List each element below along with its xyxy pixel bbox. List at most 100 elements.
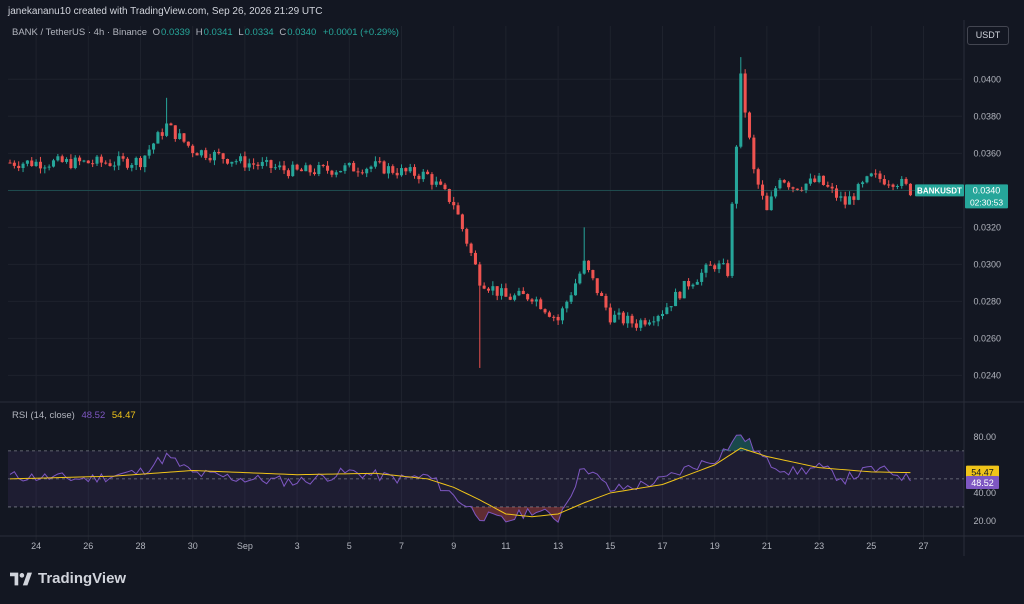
candle-body: [191, 145, 195, 154]
candle-body: [382, 161, 386, 174]
candle-body: [869, 173, 873, 177]
candle-body: [717, 263, 721, 270]
candle-body: [469, 243, 473, 253]
price-tick-label: 0.0380: [973, 111, 1001, 121]
low-label: L: [238, 27, 244, 38]
tradingview-logo[interactable]: TradingView: [10, 570, 126, 587]
candle-body: [647, 322, 651, 325]
candle-body: [160, 132, 164, 136]
candle-body: [778, 180, 782, 189]
candle-body: [352, 162, 356, 172]
candle-body: [460, 214, 464, 230]
candle-body: [756, 169, 760, 185]
candle-body: [73, 157, 77, 169]
candle-body: [408, 167, 412, 172]
candle-body: [665, 307, 669, 314]
candle-body: [243, 156, 247, 168]
rsi-title[interactable]: RSI (14, close): [12, 410, 75, 421]
candle-body: [587, 260, 591, 271]
candle-body: [8, 162, 12, 164]
time-tick-label: 11: [501, 541, 510, 551]
candle-body: [791, 187, 795, 189]
candle-body: [386, 166, 390, 174]
candle-body: [138, 157, 143, 168]
candle-body: [147, 149, 151, 156]
candle-body: [882, 178, 886, 185]
candle-body: [452, 201, 456, 206]
time-tick-label: 28: [135, 541, 145, 551]
price-tick-label: 0.0320: [973, 222, 1001, 232]
time-tick-label: 19: [710, 541, 720, 551]
candle-body: [556, 316, 560, 321]
tradingview-logo-icon: [10, 572, 32, 585]
candle-body: [534, 299, 538, 302]
candle-body: [334, 172, 338, 175]
chart-canvas[interactable]: 0.0400 0.0380 0.0360 0.0340 0.0320 0.0300 0.02…: [0, 0, 1024, 604]
price-tick-label: 0.0260: [973, 333, 1001, 343]
candle-body: [312, 172, 317, 175]
candle-body: [360, 172, 364, 174]
candle-body: [43, 167, 47, 169]
candle-body: [630, 315, 634, 324]
candle-body: [273, 167, 277, 169]
candle-body: [643, 320, 647, 325]
candle-body: [660, 313, 665, 317]
candle-body: [225, 158, 230, 164]
candle-body: [682, 281, 686, 299]
symbol-title[interactable]: BANK / TetherUS · 4h · Binance: [12, 27, 147, 38]
candle-body: [108, 163, 112, 166]
candle-body: [726, 263, 730, 276]
time-tick-label: 9: [451, 541, 456, 551]
candle-body: [421, 171, 425, 180]
candle-body: [443, 184, 447, 189]
candle-body: [369, 166, 373, 169]
candle-body: [769, 196, 773, 211]
candle-body: [713, 265, 717, 270]
candle-body: [813, 178, 817, 182]
candle-body: [221, 153, 225, 159]
candle-body: [547, 312, 551, 317]
candle-body: [247, 163, 251, 168]
candle-body: [208, 157, 212, 161]
close-value: 0.0340: [287, 27, 317, 38]
candle-body: [356, 171, 360, 173]
price-tick-label: 0.0300: [973, 259, 1001, 269]
candle-body: [125, 158, 129, 168]
candle-body: [730, 203, 734, 276]
candle-body: [878, 173, 882, 179]
candle-body: [291, 164, 295, 177]
candle-body: [908, 183, 912, 196]
candle-body: [47, 166, 51, 168]
rsi-tick-label: 80.00: [973, 432, 996, 442]
candle-body: [743, 73, 747, 113]
candle-body: [634, 323, 638, 328]
candle-body: [539, 299, 543, 310]
candle-body: [430, 174, 434, 185]
time-tick-label: 15: [605, 541, 615, 551]
candle-body: [343, 165, 347, 171]
candle-body: [500, 288, 504, 296]
candle-body: [56, 156, 60, 161]
candle-body: [21, 163, 25, 169]
candle-body: [391, 166, 395, 173]
candle-body: [186, 141, 190, 146]
price-tick-label: 0.0280: [973, 296, 1001, 306]
time-tick-label: 23: [814, 541, 824, 551]
candle-body: [478, 264, 482, 286]
candle-body: [678, 291, 682, 299]
candle-body: [25, 160, 29, 164]
time-tick-label: 30: [188, 541, 198, 551]
candle-body: [265, 160, 269, 162]
time-tick-label: 21: [762, 541, 772, 551]
candle-body: [543, 309, 547, 313]
candle-body: [34, 161, 38, 166]
currency-button[interactable]: USDT: [967, 26, 1009, 45]
candle-body: [861, 182, 865, 185]
time-tick-label: Sep: [237, 541, 253, 551]
candle-body: [521, 290, 525, 295]
candle-body: [17, 165, 21, 169]
candle-body: [304, 165, 308, 172]
candle-body: [169, 123, 173, 126]
candle-body: [78, 157, 82, 162]
candle-body: [12, 162, 16, 166]
